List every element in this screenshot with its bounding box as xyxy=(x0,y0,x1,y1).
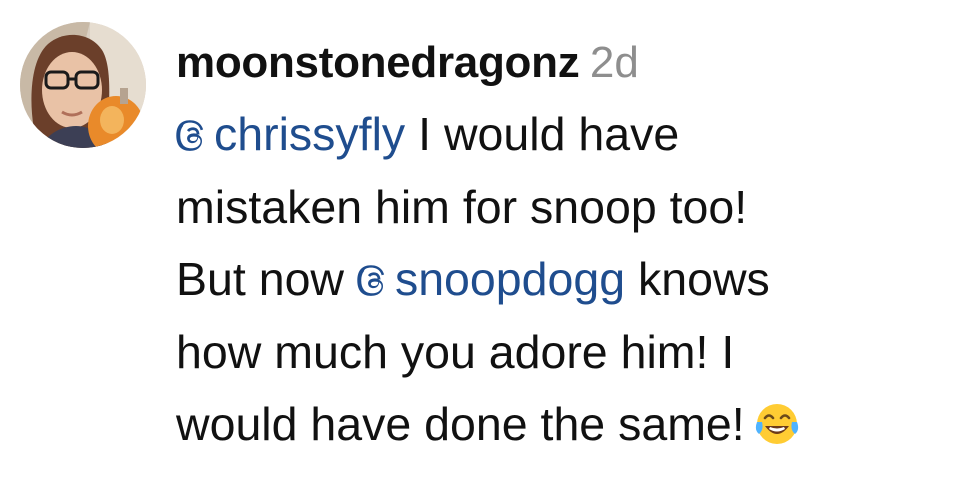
comment-header: moonstonedragonz 2d xyxy=(176,30,639,96)
avatar[interactable] xyxy=(20,22,146,148)
comment-line-5: would have done the same! xyxy=(176,388,966,461)
comment-text-3a: But now xyxy=(176,253,357,305)
mention-snoopdogg[interactable]: snoopdogg xyxy=(357,253,625,305)
comment-text: chrissyfly I would have mistaken him for… xyxy=(176,98,966,461)
comment-text-4: how much you adore him! I xyxy=(176,325,735,378)
comment-text-3b: knows xyxy=(625,253,770,305)
comment-line-4: how much you adore him! I xyxy=(176,316,966,389)
threads-icon xyxy=(176,120,204,151)
mention-chrissyfly[interactable]: chrissyfly xyxy=(176,108,405,160)
profile-photo xyxy=(20,22,146,148)
comment-line-3: But now snoopdogg knows xyxy=(176,243,966,316)
threads-icon xyxy=(357,265,385,296)
comment-text-2: mistaken him for snoop too! xyxy=(176,180,748,233)
face-with-tears-of-joy-icon xyxy=(755,404,798,444)
comment-line-2: mistaken him for snoop too! xyxy=(176,171,966,244)
username[interactable]: moonstonedragonz xyxy=(176,38,580,87)
mention-snoopdogg-label: snoopdogg xyxy=(394,253,626,305)
comment-line-1: chrissyfly I would have xyxy=(176,98,966,171)
timestamp: 2d xyxy=(589,38,639,87)
comment: moonstonedragonz 2d chrissyfly I would h… xyxy=(0,0,980,484)
comment-text-1: I would have xyxy=(405,108,680,160)
comment-text-5: would have done the same! xyxy=(176,398,745,450)
mention-chrissyfly-label: chrissyfly xyxy=(214,108,406,160)
